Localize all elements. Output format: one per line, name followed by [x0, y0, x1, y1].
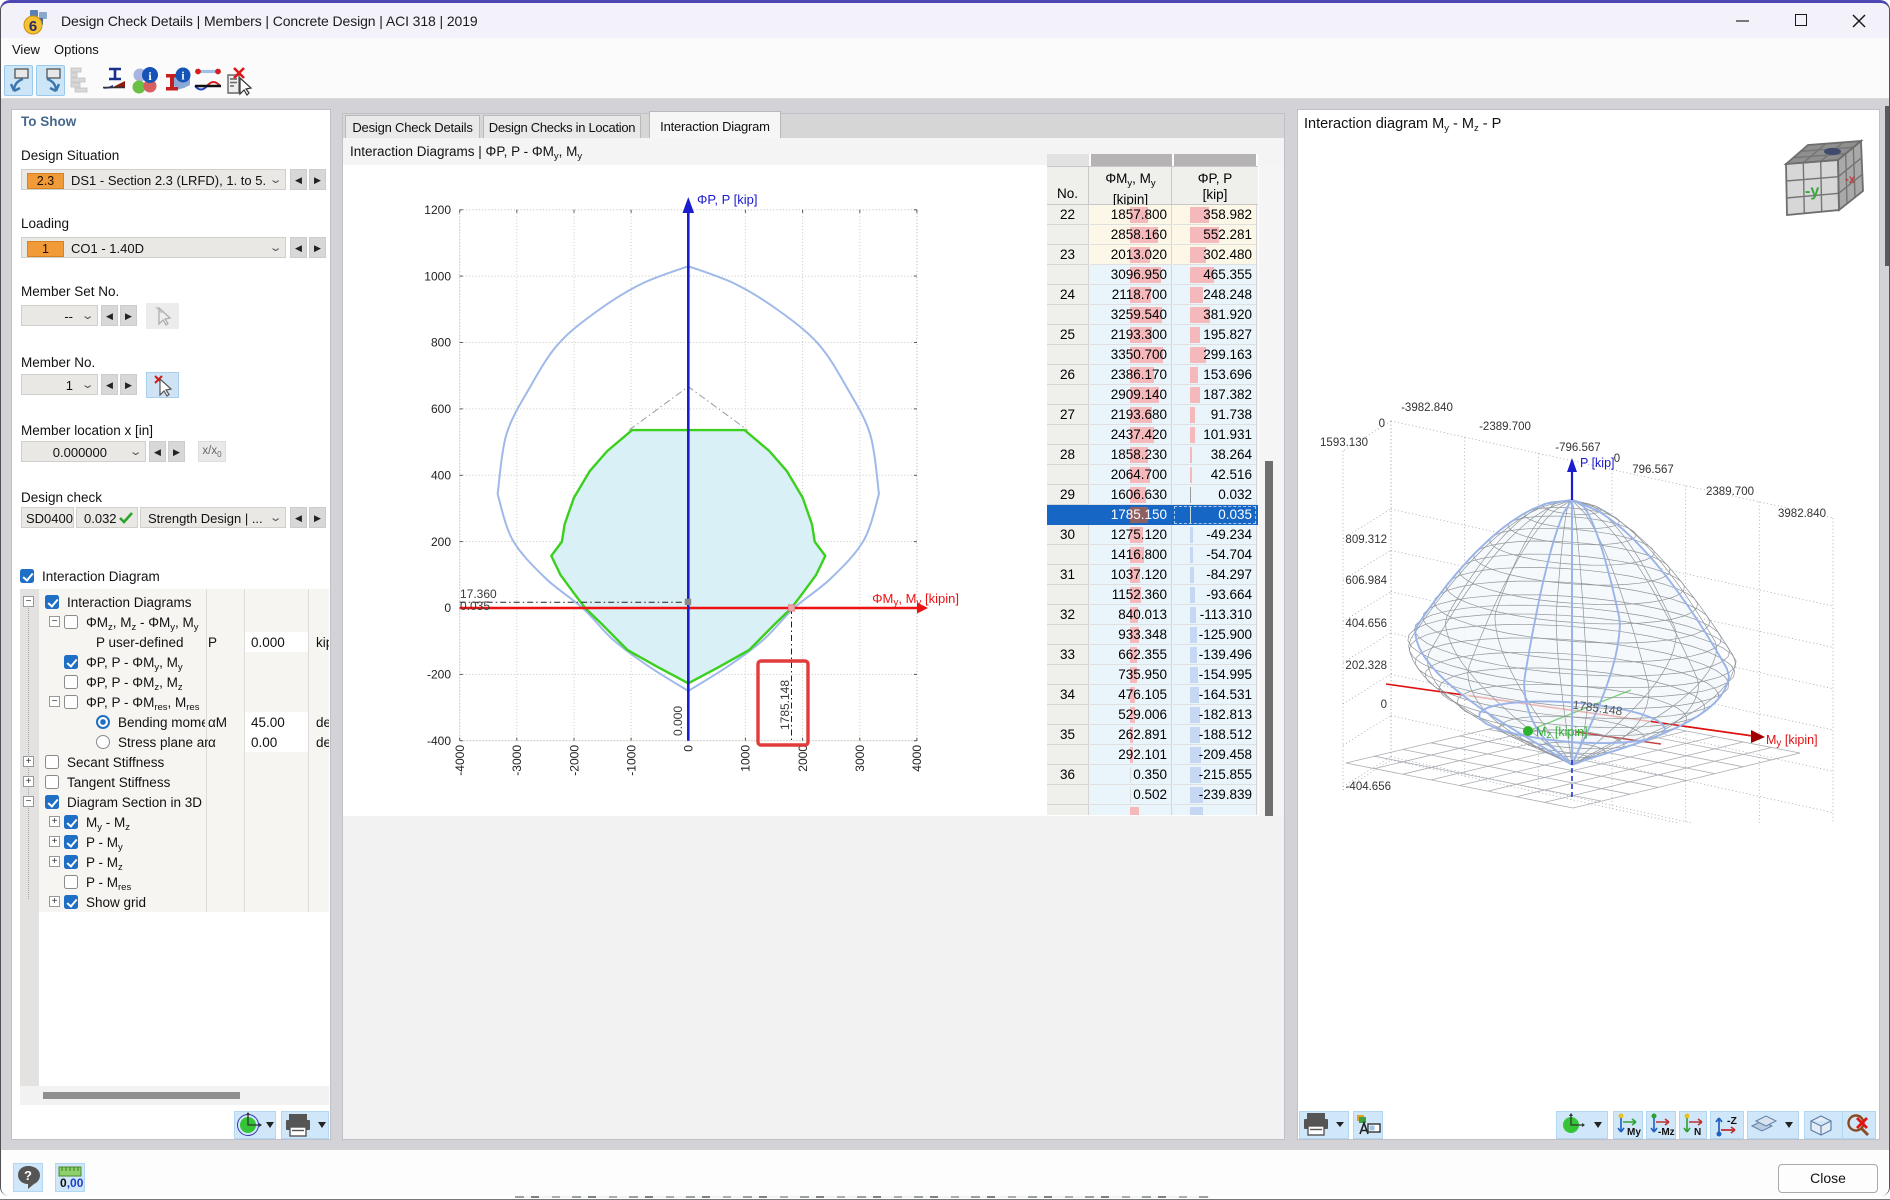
svg-text:0.000: 0.000: [671, 706, 685, 736]
svg-text:1200: 1200: [424, 203, 451, 217]
svg-text:200: 200: [431, 535, 451, 549]
svg-text:1000: 1000: [424, 269, 451, 283]
svg-text:-200: -200: [427, 668, 451, 682]
svg-text:-400: -400: [427, 734, 451, 748]
svg-text:2389.700: 2389.700: [1706, 486, 1754, 498]
svg-text:0: 0: [444, 601, 451, 615]
svg-text:202.328: 202.328: [1345, 660, 1387, 672]
svg-text:My: My: [1627, 1127, 1641, 1138]
svg-text:0,00: 0,00: [60, 1176, 84, 1190]
svg-text:-404.656: -404.656: [1346, 781, 1391, 793]
svg-text:1785.148: 1785.148: [778, 680, 792, 730]
svg-text:My [kipin]: My [kipin]: [1766, 733, 1818, 749]
svg-text:ΦMy, My [kipin]: ΦMy, My [kipin]: [872, 591, 959, 609]
svg-text:3000: 3000: [853, 745, 867, 772]
svg-text:0: 0: [1381, 699, 1387, 711]
svg-text:0: 0: [682, 745, 696, 752]
svg-text:1593.130: 1593.130: [1320, 437, 1368, 449]
svg-text:6: 6: [29, 18, 37, 35]
svg-text:2000: 2000: [796, 745, 810, 772]
svg-text:600: 600: [431, 402, 451, 416]
svg-text:-Mz: -Mz: [1658, 1127, 1675, 1138]
svg-text:800: 800: [431, 336, 451, 350]
svg-text:0: 0: [1614, 453, 1620, 465]
svg-text:P [kip]: P [kip]: [1580, 456, 1615, 470]
svg-text:4000: 4000: [910, 745, 924, 772]
svg-text:0: 0: [1379, 418, 1385, 430]
svg-text:-1000: -1000: [624, 745, 638, 776]
svg-text:ΦP, P [kip]: ΦP, P [kip]: [697, 192, 757, 207]
svg-text:809.312: 809.312: [1345, 534, 1387, 546]
svg-text:Mz [kipin]: Mz [kipin]: [1536, 725, 1588, 741]
svg-text:400: 400: [431, 469, 451, 483]
svg-text:606.984: 606.984: [1345, 575, 1387, 587]
svg-text:-796.567: -796.567: [1555, 442, 1600, 454]
svg-text:-3982.840: -3982.840: [1401, 402, 1453, 414]
svg-text:-2000: -2000: [567, 745, 581, 776]
svg-text:?: ?: [24, 1168, 32, 1183]
svg-text:N: N: [1694, 1127, 1701, 1138]
svg-text:3982.840: 3982.840: [1778, 508, 1826, 520]
svg-text:-2389.700: -2389.700: [1479, 421, 1531, 433]
svg-text:-4000: -4000: [453, 745, 467, 776]
svg-text:796.567: 796.567: [1632, 464, 1674, 476]
svg-text:-Z: -Z: [1727, 1115, 1737, 1127]
svg-text:0.035: 0.035: [460, 599, 490, 613]
svg-text:404.656: 404.656: [1345, 618, 1387, 630]
svg-text:1000: 1000: [739, 745, 753, 772]
svg-text:-y: -y: [1805, 183, 1819, 200]
svg-text:-x: -x: [1845, 174, 1856, 186]
svg-text:-3000: -3000: [510, 745, 524, 776]
